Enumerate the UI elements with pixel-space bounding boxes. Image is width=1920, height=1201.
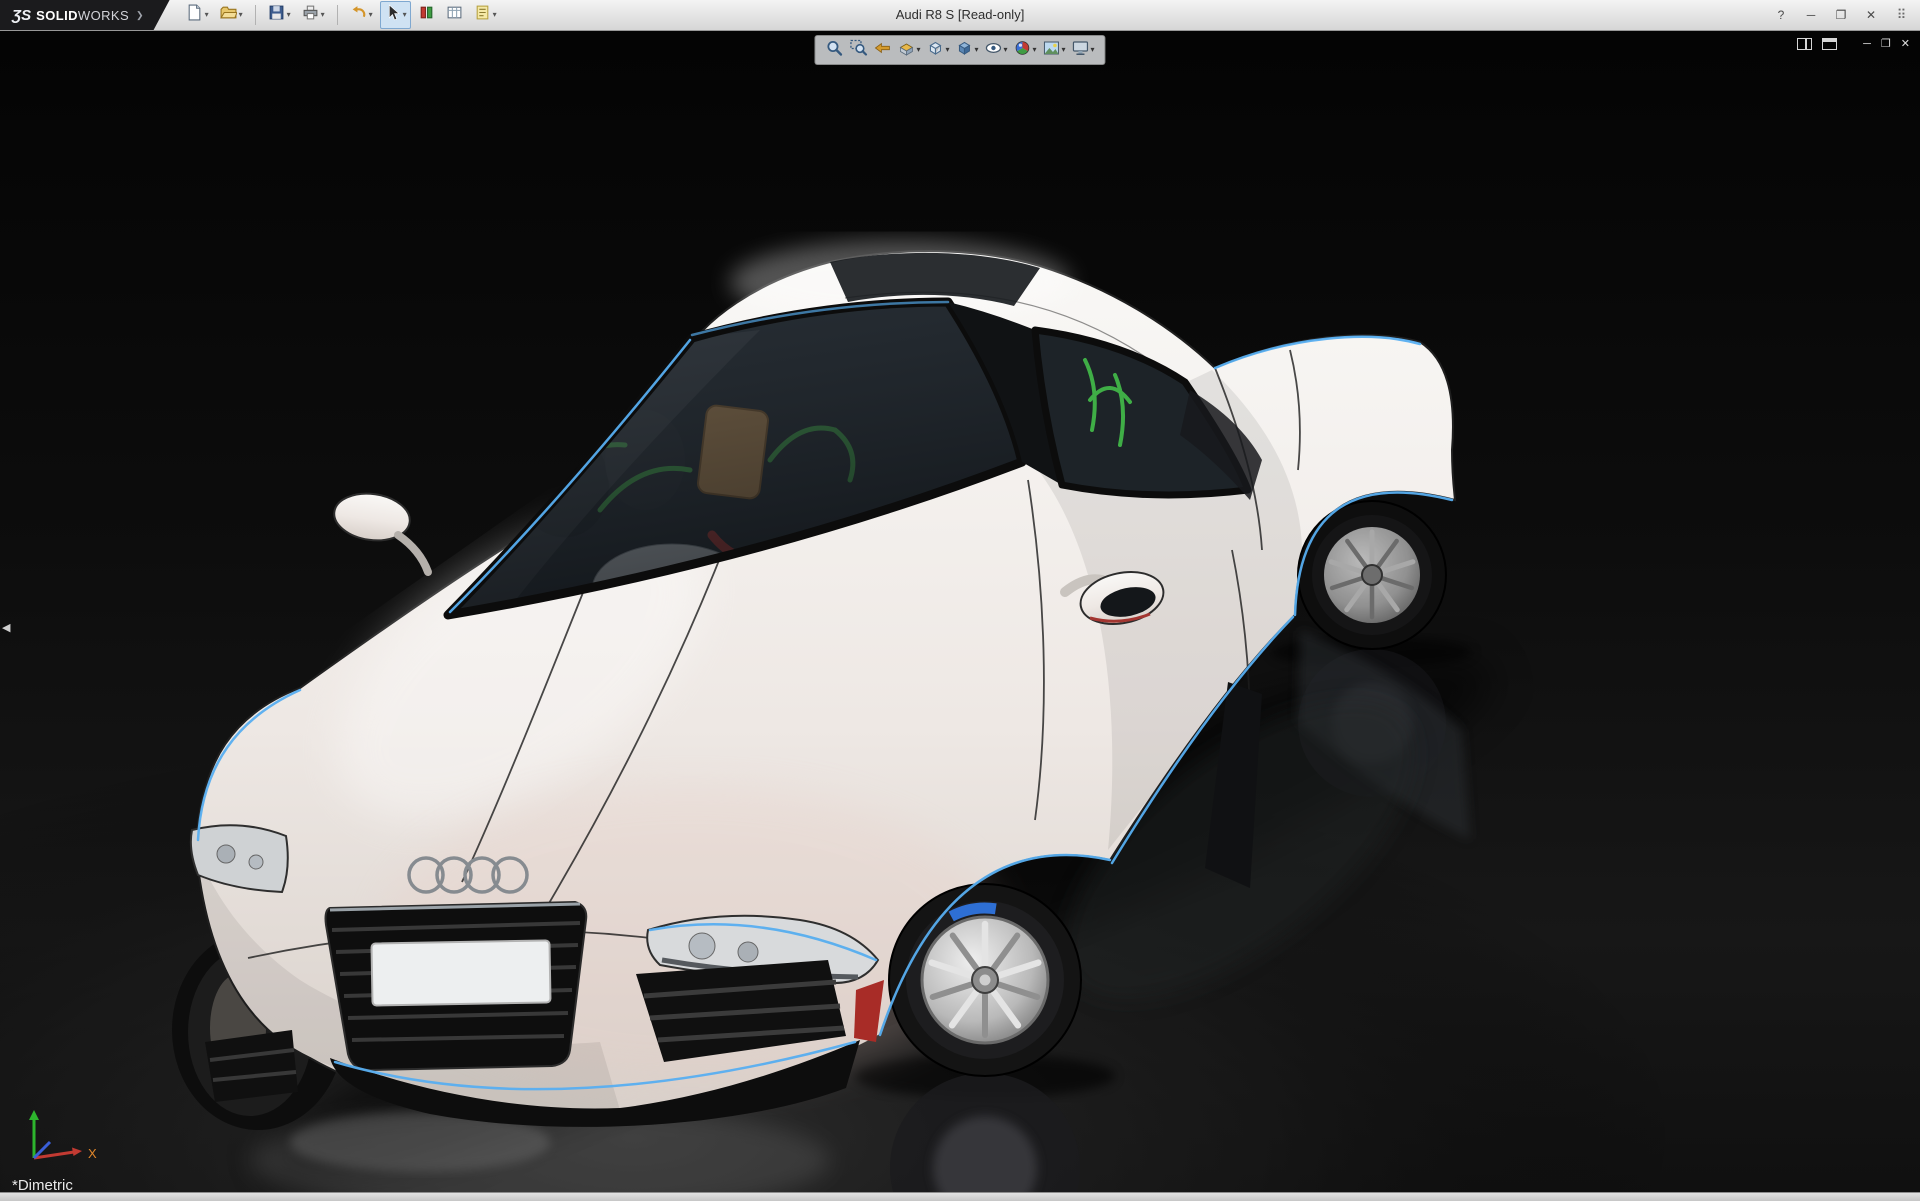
title-bar: ƷS SOLID WORKS ❯ ▾ ▾ ▾ ▾ ▾: [0, 0, 1920, 31]
graphics-area[interactable]: ▾ ▾ ▾ ▾ ▾ ▾ ▾ ─ ❐ ✕: [0, 30, 1920, 1192]
close-button[interactable]: ✕: [1862, 8, 1880, 22]
edit-appearance-icon: [1014, 39, 1032, 62]
save-button[interactable]: ▾: [264, 1, 295, 29]
document-window-controls: ─ ❐ ✕: [1797, 37, 1910, 50]
dropdown-caret[interactable]: ▾: [1062, 46, 1066, 54]
brand-solid-text: SOLID: [36, 8, 78, 23]
dropdown-caret[interactable]: ▾: [369, 11, 373, 19]
help-button[interactable]: ?: [1772, 8, 1790, 22]
print-button[interactable]: ▾: [298, 1, 329, 29]
apply-scene-icon: [1043, 39, 1061, 62]
dropdown-caret[interactable]: ▾: [205, 11, 209, 19]
dropdown-caret[interactable]: ▾: [493, 11, 497, 19]
license-plate: [371, 940, 550, 1005]
undo-icon: [350, 4, 367, 26]
edit-appearance-button[interactable]: ▾: [1013, 38, 1038, 63]
dropdown-caret[interactable]: ▾: [287, 11, 291, 19]
hide-show-items-icon: [984, 39, 1002, 62]
doc-restore-button[interactable]: ❐: [1881, 37, 1891, 50]
reference-triad: X: [12, 1102, 112, 1168]
doc-minimize-button[interactable]: ─: [1863, 38, 1871, 50]
front-grille: [326, 902, 587, 1070]
note-button[interactable]: ▾: [470, 1, 501, 29]
zoom-to-area-button[interactable]: [848, 38, 868, 63]
color-swatch-button[interactable]: [414, 1, 439, 29]
zoom-to-area-icon: [849, 39, 867, 62]
design-table-button[interactable]: [442, 1, 467, 29]
rear-wheel: [1298, 501, 1446, 649]
display-style-button[interactable]: ▾: [954, 38, 979, 63]
undo-button[interactable]: ▾: [346, 1, 377, 29]
view-orientation-icon: [926, 39, 944, 62]
dropdown-caret[interactable]: ▾: [1033, 46, 1037, 54]
print-icon: [302, 4, 319, 26]
maximize-button[interactable]: ❐: [1832, 8, 1850, 22]
brand-3ds-icon: ƷS: [12, 7, 31, 24]
display-style-icon: [955, 39, 973, 62]
resize-grip-icon[interactable]: ⠿: [1892, 7, 1910, 23]
menu-flyout-arrow-icon[interactable]: ❯: [136, 10, 144, 21]
dropdown-caret[interactable]: ▾: [321, 11, 325, 19]
view-settings-button[interactable]: ▾: [1071, 38, 1096, 63]
minimize-button[interactable]: ─: [1802, 8, 1820, 22]
hide-show-items-button[interactable]: ▾: [983, 38, 1008, 63]
dropdown-caret[interactable]: ▾: [974, 46, 978, 54]
new-document-icon: [186, 4, 203, 26]
zoom-to-fit-icon: [825, 39, 843, 62]
split-pane-icon[interactable]: [1797, 38, 1812, 50]
previous-view-button[interactable]: [872, 38, 892, 63]
apply-scene-button[interactable]: ▾: [1042, 38, 1067, 63]
select-button[interactable]: ▾: [380, 1, 411, 29]
x-axis-arrow: [72, 1148, 82, 1157]
solidworks-app: { "app": { "brand_mark": "ƷS", "brand_so…: [0, 0, 1920, 1200]
previous-view-icon: [873, 39, 891, 62]
note-icon: [474, 4, 491, 26]
zoom-to-fit-button[interactable]: [824, 38, 844, 63]
color-swatch-icon: [418, 4, 435, 26]
toolbar-separator: [337, 5, 338, 25]
feature-panel-expand-tab[interactable]: ◀: [0, 615, 12, 640]
dropdown-caret[interactable]: ▾: [916, 46, 920, 54]
dropdown-caret[interactable]: ▾: [239, 11, 243, 19]
dropdown-caret[interactable]: ▾: [1003, 46, 1007, 54]
left-intake: [205, 1030, 298, 1102]
heads-up-view-toolbar: ▾ ▾ ▾ ▾ ▾ ▾ ▾: [814, 35, 1105, 65]
section-view-button[interactable]: ▾: [896, 38, 921, 63]
solidworks-logo[interactable]: ƷS SOLID WORKS ❯: [0, 0, 170, 30]
open-button[interactable]: ▾: [216, 1, 247, 29]
section-view-icon: [897, 39, 915, 62]
dropdown-caret[interactable]: ▾: [945, 46, 949, 54]
y-axis-arrow: [29, 1110, 39, 1120]
window-controls: ? ─ ❐ ✕ ⠿: [1772, 7, 1920, 23]
select-cursor-icon: [384, 4, 401, 26]
dropdown-caret[interactable]: ▾: [1091, 46, 1095, 54]
front-wheel: [888, 883, 1083, 1078]
open-icon: [220, 4, 237, 26]
main-toolbar: ▾ ▾ ▾ ▾ ▾ ▾ ▾: [170, 1, 501, 29]
view-settings-icon: [1072, 39, 1090, 62]
view-orientation-button[interactable]: ▾: [925, 38, 950, 63]
pane-layout-icon[interactable]: [1822, 38, 1837, 50]
x-axis-label: X: [88, 1146, 97, 1161]
doc-close-button[interactable]: ✕: [1901, 37, 1910, 50]
panel-expand-arrow-icon: ◀: [2, 622, 10, 634]
dropdown-caret[interactable]: ▾: [403, 11, 407, 19]
new-document-button[interactable]: ▾: [182, 1, 213, 29]
brand-works-text: WORKS: [78, 8, 129, 23]
design-table-icon: [446, 4, 463, 26]
save-icon: [268, 4, 285, 26]
model-render: [0, 30, 1920, 1192]
toolbar-separator: [255, 5, 256, 25]
